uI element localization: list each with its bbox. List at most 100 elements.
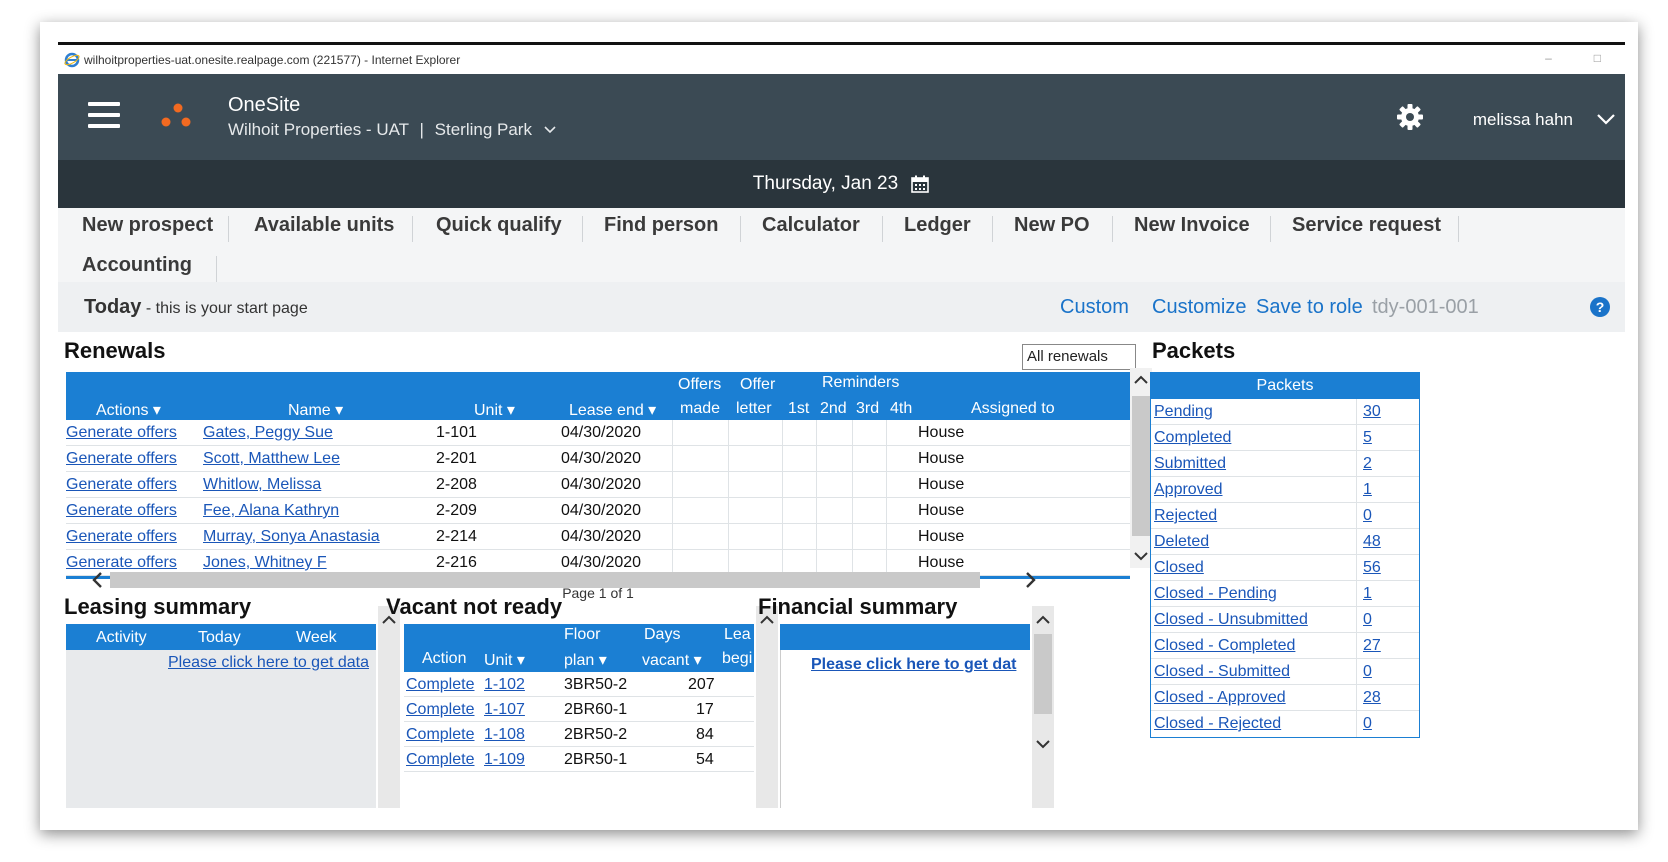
col-days-vacant-2[interactable]: vacant ▾ [642,650,702,670]
unit-link[interactable]: 1-107 [484,701,525,718]
complete-link[interactable]: Complete [406,751,474,768]
packet-status-link[interactable]: Closed - Unsubmitted [1154,611,1308,629]
scroll-down-icon[interactable] [1131,546,1151,566]
unit-link[interactable]: 1-108 [484,726,525,743]
vacant-scrollbar[interactable] [756,606,778,808]
resident-name-link[interactable]: Scott, Matthew Lee [203,450,340,467]
gear-icon[interactable] [1395,102,1425,132]
list-item: Closed - Pending 1 [1151,581,1419,607]
financial-summary-header [780,624,1030,650]
user-menu-chevron-icon[interactable] [1595,108,1617,130]
packet-status-link[interactable]: Approved [1154,481,1223,499]
packet-count-link[interactable]: 0 [1363,715,1372,733]
quicklink-new-invoice[interactable]: New Invoice [1134,214,1250,237]
complete-link[interactable]: Complete [406,676,474,693]
packets-title: Packets [1152,338,1236,363]
col-unit[interactable]: Unit ▾ [474,400,515,420]
resident-name-link[interactable]: Murray, Sonya Anastasia [203,528,380,545]
packet-count-link[interactable]: 0 [1363,663,1372,681]
packet-status-link[interactable]: Closed - Rejected [1154,715,1281,733]
generate-offers-link[interactable]: Generate offers [66,450,177,467]
quicklink-new-po[interactable]: New PO [1014,214,1090,237]
packet-status-link[interactable]: Closed - Submitted [1154,663,1290,681]
col-floor-plan-2[interactable]: plan ▾ [564,650,607,670]
list-item: Submitted 2 [1151,451,1419,477]
packet-count-link[interactable]: 0 [1363,611,1372,629]
unit-cell: 2-201 [436,450,477,467]
save-to-role-link[interactable]: Save to role [1256,296,1363,319]
packet-status-link[interactable]: Pending [1154,403,1213,421]
quicklink-quick-qualify[interactable]: Quick qualify [436,214,562,237]
unit-link[interactable]: 1-102 [484,676,525,693]
hamburger-menu-icon[interactable] [88,102,120,128]
user-name[interactable]: melissa hahn [1473,110,1573,130]
renewals-vertical-scrollbar[interactable] [1130,368,1152,568]
col-days-vacant-1: Days [644,626,681,643]
minimize-button[interactable]: – [1545,51,1552,65]
quicklink-new-prospect[interactable]: New prospect [82,214,213,237]
customize-link[interactable]: Customize [1152,296,1246,319]
complete-link[interactable]: Complete [406,726,474,743]
financial-scrollbar[interactable] [1032,606,1054,808]
scroll-left-icon[interactable] [88,570,108,590]
resident-name-link[interactable]: Whitlow, Melissa [203,476,321,493]
quicklink-service-request[interactable]: Service request [1292,214,1441,237]
quicklink-accounting[interactable]: Accounting [82,254,192,277]
col-actions[interactable]: Actions ▾ [96,400,161,420]
col-offer-letter-2: letter [736,400,772,417]
property-selector[interactable]: Wilhoit Properties - UAT | Sterling Park [228,120,557,140]
app-header: OneSite Wilhoit Properties - UAT | Sterl… [58,74,1625,160]
quicklink-ledger[interactable]: Ledger [904,214,971,237]
unit-link[interactable]: 1-109 [484,751,525,768]
packet-status-link[interactable]: Deleted [1154,533,1209,551]
col-unit[interactable]: Unit ▾ [484,650,525,670]
scroll-up-icon[interactable] [1131,370,1151,390]
packet-status-link[interactable]: Closed - Pending [1154,585,1277,603]
packet-status-link[interactable]: Closed - Approved [1154,689,1286,707]
scroll-up-icon[interactable] [1033,610,1053,630]
calendar-icon[interactable] [910,174,930,194]
packet-status-link[interactable]: Completed [1154,429,1231,447]
quicklink-available-units[interactable]: Available units [254,214,394,237]
resident-name-link[interactable]: Gates, Peggy Sue [203,424,333,441]
packet-count-link[interactable]: 48 [1363,533,1381,551]
renewals-horizontal-scrollbar[interactable] [88,568,1128,592]
vacant-not-ready-title: Vacant not ready [386,594,563,619]
packet-count-link[interactable]: 0 [1363,507,1372,525]
generate-offers-link[interactable]: Generate offers [66,502,177,519]
packet-count-link[interactable]: 1 [1363,585,1372,603]
packet-count-link[interactable]: 56 [1363,559,1381,577]
col-lease-end[interactable]: Lease end ▾ [569,400,656,420]
col-name[interactable]: Name ▾ [288,400,343,420]
packet-status-link[interactable]: Submitted [1154,455,1226,473]
custom-link[interactable]: Custom [1060,296,1129,319]
quicklink-find-person[interactable]: Find person [604,214,718,237]
today-bar: Today - this is your start page Custom C… [58,282,1625,332]
list-item: Rejected 0 [1151,503,1419,529]
financial-get-data-link[interactable]: Please click here to get dat [811,656,1016,674]
packet-count-link[interactable]: 5 [1363,429,1372,447]
resident-name-link[interactable]: Fee, Alana Kathryn [203,502,339,519]
leasing-get-data-link[interactable]: Please click here to get data [168,654,369,672]
packet-count-link[interactable]: 2 [1363,455,1372,473]
packet-count-link[interactable]: 28 [1363,689,1381,707]
scroll-right-icon[interactable] [1020,570,1040,590]
generate-offers-link[interactable]: Generate offers [66,476,177,493]
packets-table: Packets Pending 30 Completed 5 Submitted 2 … [1150,372,1420,738]
packet-count-link[interactable]: 27 [1363,637,1381,655]
generate-offers-link[interactable]: Generate offers [66,424,177,441]
packet-count-link[interactable]: 1 [1363,481,1372,499]
help-icon[interactable]: ? [1589,296,1611,318]
maximize-button[interactable]: □ [1594,51,1601,65]
packet-status-link[interactable]: Rejected [1154,507,1217,525]
packet-status-link[interactable]: Closed - Completed [1154,637,1295,655]
renewals-filter-select[interactable]: All renewals [1022,344,1136,370]
complete-link[interactable]: Complete [406,701,474,718]
leasing-scrollbar[interactable] [378,606,400,808]
table-row: Generate offers Gates, Peggy Sue 1-101 0… [66,420,1130,446]
quicklink-calculator[interactable]: Calculator [762,214,860,237]
packet-count-link[interactable]: 30 [1363,403,1381,421]
generate-offers-link[interactable]: Generate offers [66,528,177,545]
scroll-down-icon[interactable] [1033,734,1053,754]
packet-status-link[interactable]: Closed [1154,559,1204,577]
